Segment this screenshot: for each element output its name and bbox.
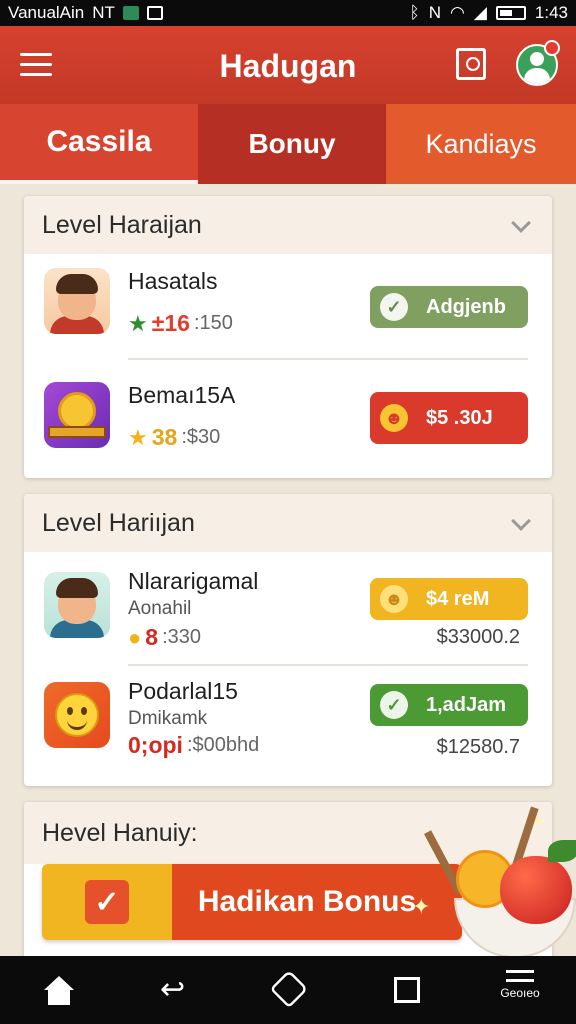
smile-icon: ☻ — [380, 585, 408, 613]
home-icon[interactable] — [44, 976, 74, 1006]
avatar — [44, 268, 110, 334]
profile-card-icon[interactable] — [456, 48, 486, 80]
item-name: Nlararigamal — [128, 568, 259, 594]
check-icon: ✓ — [380, 691, 408, 719]
status-bar: VanualAin NT ᛒ N ◠ ◢ 1:43 — [0, 0, 576, 26]
coin-face-icon: ☻ — [380, 404, 408, 432]
claim-button[interactable]: ✓ 1,adJam — [370, 684, 528, 726]
level-card-1: Level Haraijan Hasatals ★ ±16 :150 ✓ Adg… — [24, 196, 552, 478]
section-header[interactable]: Level Hariıjan — [24, 494, 552, 552]
item-badge: ±16 — [151, 310, 190, 336]
item-stat-value: :330 — [162, 626, 202, 648]
battery-icon — [495, 6, 526, 20]
app-bar: Hadugan — [0, 26, 576, 104]
wifi-icon: ◠ — [449, 3, 465, 22]
action-label: $4 reM — [426, 587, 490, 610]
price-button[interactable]: ☻ $5 .30J — [370, 392, 528, 444]
star-icon: ★ — [128, 424, 148, 450]
item-badge: 0;opi — [128, 732, 183, 758]
action-label: Adgjenb — [426, 295, 506, 318]
menu-button[interactable]: Geoıeo — [498, 970, 542, 1000]
menu-label: Geoıeo — [500, 986, 540, 1000]
nfc-icon: N — [428, 3, 441, 22]
item-subtitle: Aonahil — [128, 598, 192, 619]
item-stat-value: :$30 — [181, 426, 221, 448]
item-amount: $33000.2 — [436, 626, 520, 648]
item-name: Bemaı15A — [128, 382, 236, 408]
notification-icon — [122, 6, 139, 20]
claim-button[interactable]: ✓ Adgjenb — [370, 286, 528, 328]
section-title: Level Hariıjan — [42, 508, 195, 537]
tab-bonuy[interactable]: Bonuy — [198, 104, 386, 184]
game-thumbnail — [44, 382, 110, 448]
item-name: Hasatals — [128, 268, 218, 294]
fruit-bowl-illustration — [424, 800, 576, 960]
action-label: $5 .30J — [426, 406, 493, 429]
tab-kandiays[interactable]: Kandiays — [386, 104, 576, 184]
carrier-label: VanualAin — [8, 3, 85, 22]
item-stat-value: :$00bhd — [186, 734, 260, 756]
item-stat: ★ ±16 :150 — [128, 310, 233, 337]
divider — [128, 358, 528, 360]
tab-cassila[interactable]: Cassila — [0, 104, 198, 184]
reward-button[interactable]: ☻ $4 reM — [370, 578, 528, 620]
item-stat: 0;opi :$00bhd — [128, 732, 259, 759]
game-thumbnail — [44, 682, 110, 748]
navigation-bar: ↩ Geoıeo — [0, 956, 576, 1024]
level-card-2: Level Hariıjan Nlararigamal Aonahil ● 8 … — [24, 494, 552, 786]
signal-icon: ◢ — [473, 3, 487, 22]
checkbox-icon: ✓ — [85, 880, 129, 924]
item-subtitle: Dmikamk — [128, 708, 208, 729]
app-notification-icon — [146, 6, 163, 20]
avatar — [44, 572, 110, 638]
tab-bar: Cassila Bonuy Kandiays — [0, 104, 576, 184]
recents-icon[interactable] — [394, 977, 420, 1003]
check-icon: ✓ — [380, 293, 408, 321]
bonus-button[interactable]: ✓ Hadikan Bonus — [42, 864, 462, 940]
item-amount: $12580.7 — [436, 736, 520, 758]
home-button-icon[interactable] — [269, 969, 309, 1009]
app-title: Hadugan — [219, 48, 357, 84]
item-stat-value: :150 — [193, 312, 233, 334]
item-stat: ★ 38 :$30 — [128, 424, 220, 451]
item-stat: ● 8 :330 — [128, 624, 201, 651]
back-icon[interactable]: ↩ — [160, 972, 185, 1007]
menu-icon — [498, 970, 542, 982]
star-icon: ★ — [128, 310, 148, 336]
clock: 1:43 — [534, 3, 568, 22]
list-item[interactable]: Nlararigamal Aonahil ● 8 :330 ☻ $4 reM $… — [24, 552, 552, 668]
network-tag: NT — [92, 3, 115, 22]
bluetooth-icon: ᛒ — [409, 3, 420, 22]
list-item[interactable]: Hasatals ★ ±16 :150 ✓ Adgjenb — [24, 254, 552, 366]
action-label: 1,adJam — [426, 693, 507, 716]
list-item[interactable]: Bemaı15A ★ 38 :$30 ☻ $5 .30J — [24, 366, 552, 478]
coin-icon: ● — [128, 624, 142, 650]
sparkle-icon: ✦ — [412, 894, 431, 919]
item-name: Podarlal15 — [128, 678, 238, 704]
section-title: Level Haraijan — [42, 210, 202, 239]
notification-dot — [544, 40, 560, 56]
section-header[interactable]: Level Haraijan — [24, 196, 552, 254]
item-badge: 8 — [145, 624, 159, 650]
divider — [128, 664, 528, 666]
list-item[interactable]: Podarlal15 Dmikamk 0;opi :$00bhd ✓ 1,adJ… — [24, 668, 552, 786]
item-badge: 38 — [151, 424, 178, 450]
chevron-down-icon[interactable] — [511, 511, 531, 531]
chevron-down-icon[interactable] — [511, 213, 531, 233]
